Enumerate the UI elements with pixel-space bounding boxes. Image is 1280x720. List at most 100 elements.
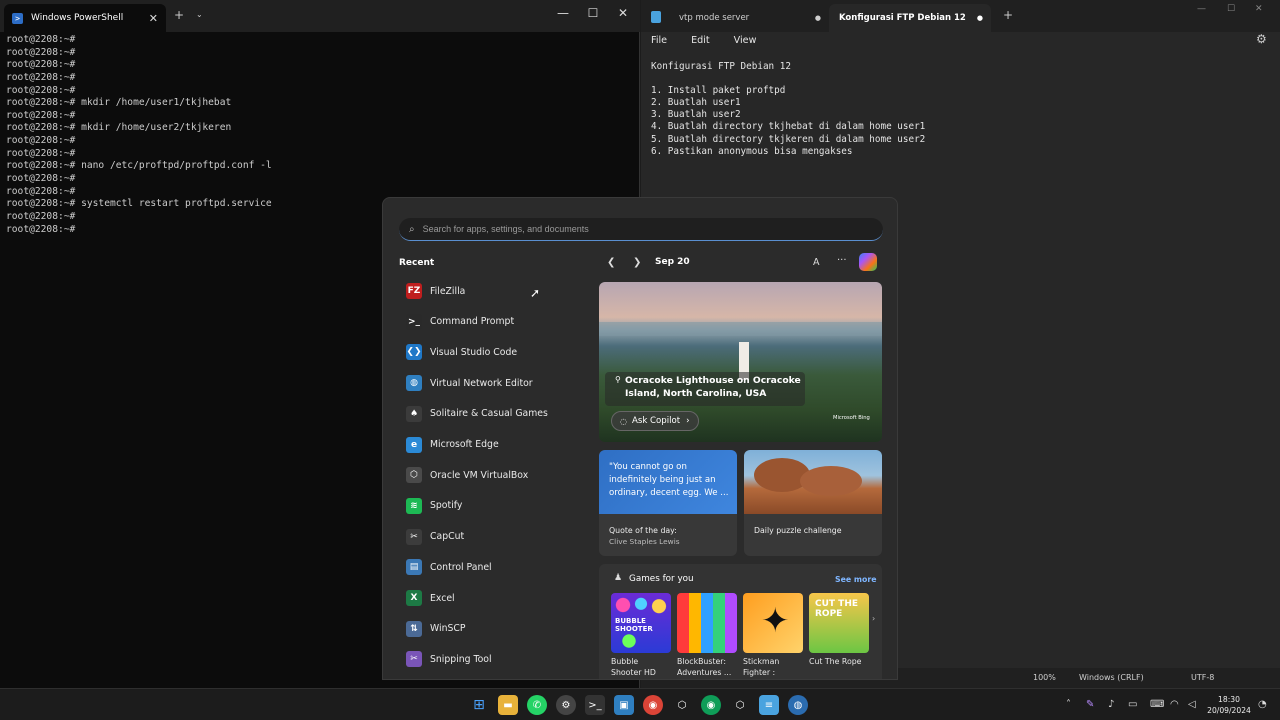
volume-icon[interactable]: ◁ (1188, 699, 1196, 710)
menu-edit[interactable]: Edit (691, 35, 710, 46)
chevron-right-icon[interactable]: ❯ (633, 257, 641, 268)
puzzle-label: Daily puzzle challenge (754, 526, 842, 535)
terminal-line: root@2208:~# (6, 71, 76, 83)
minimize-icon[interactable]: — (548, 6, 578, 20)
game-thumbnail: ✦ (743, 593, 803, 653)
game-tile-blockbuster[interactable]: BlockBuster: Adventures ... (677, 593, 737, 678)
game-thumbnail (677, 593, 737, 653)
display-icon[interactable]: ▭ (1128, 699, 1137, 710)
search-box[interactable]: ⌕ (399, 218, 883, 241)
new-tab-icon[interactable]: + (1003, 8, 1013, 22)
game-tile-bubble-shooter[interactable]: BUBBLE SHOOTER Bubble Shooter HD (611, 593, 671, 678)
game-title: Stickman Fighter : Mega... (743, 657, 780, 679)
editor-line: 3. Buatlah user2 (651, 109, 741, 121)
recent-app-item[interactable]: e Microsoft Edge (399, 431, 589, 459)
recent-app-label: CapCut (430, 531, 465, 543)
quote-text: "You cannot go on indefinitely being jus… (609, 462, 729, 498)
unsaved-dot-icon: ● (814, 14, 821, 22)
chevron-down-icon[interactable]: ⌄ (196, 10, 203, 19)
chevron-left-icon[interactable]: ❮ (607, 257, 615, 268)
game-tile-cut-the-rope[interactable]: CUT THE ROPE Cut The Rope (809, 593, 869, 668)
chrome-icon[interactable]: ◉ (643, 695, 663, 715)
clock[interactable]: 18:30 20/09/2024 (1206, 694, 1252, 716)
game-title: Cut The Rope (809, 657, 862, 666)
recent-app-label: Visual Studio Code (430, 346, 518, 358)
recent-app-item[interactable]: FZ FileZilla (399, 277, 589, 305)
recent-app-label: Command Prompt (430, 316, 515, 328)
recent-app-item[interactable]: ⬡ Oracle VM VirtualBox (399, 461, 589, 489)
line-ending: Windows (CRLF) (1079, 673, 1144, 682)
menu-view[interactable]: View (734, 35, 757, 46)
network-app-icon[interactable]: ◍ (788, 695, 808, 715)
notepad-editor[interactable]: Konfigurasi FTP Debian 12 1. Install pake… (651, 61, 1251, 158)
whatsapp-icon[interactable]: ✆ (527, 695, 547, 715)
tab-vtp-mode-server[interactable]: vtp mode server ● (669, 4, 829, 32)
recent-app-item[interactable]: >_ Command Prompt (399, 308, 589, 336)
recent-app-item[interactable]: X Excel (399, 584, 589, 612)
virtualbox-icon[interactable]: ⬡ (672, 695, 692, 715)
pen-icon[interactable]: ✎ (1086, 699, 1094, 710)
game-tile-stickman[interactable]: ✦ Stickman Fighter : Mega... (743, 593, 803, 679)
recent-app-label: Oracle VM VirtualBox (430, 469, 529, 481)
keyboard-icon[interactable]: ⌨ (1150, 699, 1164, 710)
recent-app-item[interactable]: ♠ Solitaire & Casual Games (399, 400, 589, 428)
close-icon[interactable]: ✕ (1255, 4, 1263, 14)
notepad-taskbar-icon[interactable]: ≡ (759, 695, 779, 715)
hero-caption: Ocracoke Lighthouse on Ocracoke Island, … (625, 375, 801, 399)
chevron-up-icon[interactable]: ˄ (1066, 699, 1071, 710)
windows-start-icon[interactable]: ⊞ (469, 695, 489, 715)
terminal-line: root@2208:~# (6, 46, 76, 58)
taskbar: ⊞ ▬ ✆ ⚙ >_ ▣ ◉ ⬡ ◉ ⬡ ≡ ◍ ˄ ✎ ♪ ▭ ⌨ ◠ ◁ 1… (0, 688, 1280, 720)
close-tab-icon[interactable]: ✕ (149, 12, 158, 25)
search-icon: ⌕ (409, 223, 415, 235)
recent-app-item[interactable]: ❮❯ Visual Studio Code (399, 338, 589, 366)
spotlight-image-card[interactable]: ⚲ Ocracoke Lighthouse on Ocracoke Island… (599, 282, 882, 442)
ask-copilot-button[interactable]: ◌ Ask Copilot › (611, 411, 699, 431)
virtualbox-vm-icon[interactable]: ⬡ (730, 695, 750, 715)
quote-card[interactable]: "You cannot go on indefinitely being jus… (599, 450, 737, 556)
close-icon[interactable]: ✕ (608, 6, 638, 20)
terminal-icon[interactable]: >_ (585, 695, 605, 715)
recent-app-label: Excel (430, 592, 455, 604)
file-explorer-icon[interactable]: ▬ (498, 695, 518, 715)
microphone-icon[interactable]: ♪ (1108, 699, 1114, 710)
terminal-line: root@2208:~# nano /etc/proftpd/proftpd.c… (6, 160, 272, 172)
more-options-icon[interactable]: ··· (837, 255, 847, 266)
excel-icon: X (406, 590, 422, 606)
gear-icon[interactable]: ⚙ (1256, 32, 1267, 46)
recent-app-label: Snipping Tool (430, 653, 492, 665)
chrome-profile-icon[interactable]: ◉ (701, 695, 721, 715)
notification-bell-icon[interactable]: ◔ (1258, 699, 1267, 710)
new-tab-icon[interactable]: + (174, 8, 184, 22)
maximize-icon[interactable]: ☐ (578, 6, 608, 20)
remote-desktop-icon[interactable]: ▣ (614, 695, 634, 715)
terminal-line: root@2208:~# (6, 34, 76, 45)
recent-app-item[interactable]: ⇅ WinSCP (399, 615, 589, 643)
font-button[interactable]: A (813, 257, 820, 268)
terminal-line: root@2208:~# (6, 147, 76, 159)
tool-icon[interactable]: ⚙ (556, 695, 576, 715)
tab-label: vtp mode server (679, 13, 750, 23)
recent-app-item[interactable]: ◍ Virtual Network Editor (399, 369, 589, 397)
bing-logo: Microsoft Bing (833, 415, 870, 421)
tab-konfigurasi-ftp[interactable]: Konfigurasi FTP Debian 12 ● (829, 4, 991, 32)
terminal-line: root@2208:~# mkdir /home/user2/tkjkeren (6, 122, 232, 134)
powershell-tab[interactable]: > Windows PowerShell ✕ (4, 4, 166, 32)
minimize-icon[interactable]: — (1197, 4, 1206, 14)
clock-time: 18:30 (1218, 695, 1240, 704)
chat-icon: ◌ (620, 416, 627, 426)
maximize-icon[interactable]: ☐ (1227, 4, 1235, 14)
see-more-link[interactable]: See more (835, 575, 877, 584)
widget-date: Sep 20 (655, 257, 690, 267)
puzzle-card[interactable]: Daily puzzle challenge (744, 450, 882, 556)
recent-app-item[interactable]: ▤ Control Panel (399, 553, 589, 581)
chevron-right-icon[interactable]: › (872, 614, 875, 623)
recent-app-item[interactable]: ✂ Snipping Tool (399, 645, 589, 673)
menu-file[interactable]: File (651, 35, 667, 46)
wifi-icon[interactable]: ◠ (1170, 699, 1179, 710)
recent-app-item[interactable]: ✂ CapCut (399, 523, 589, 551)
search-input[interactable] (422, 224, 863, 234)
recent-app-item[interactable]: ≋ Spotify (399, 492, 589, 520)
copilot-icon[interactable] (859, 253, 877, 271)
